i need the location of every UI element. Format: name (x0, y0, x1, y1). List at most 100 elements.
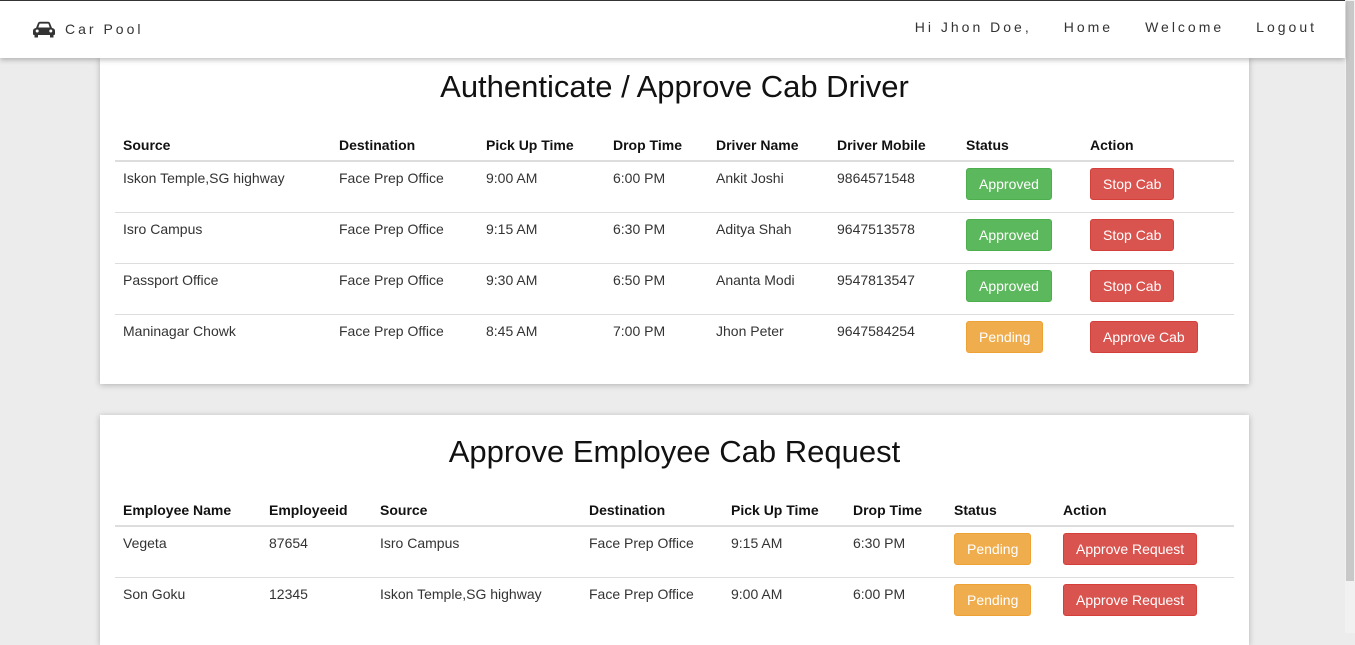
status-cell: Pending (958, 315, 1082, 366)
column-header: Status (946, 494, 1055, 527)
approved-status-button[interactable]: Approved (966, 168, 1052, 200)
driver-mobile-cell: 9647513578 (829, 212, 958, 264)
table-header-row: Source Destination Pick Up Time Drop Tim… (115, 129, 1234, 162)
pending-status-button[interactable]: Pending (966, 321, 1044, 353)
brand-link[interactable]: Car Pool (32, 20, 143, 38)
destination-cell: Face Prep Office (331, 263, 478, 315)
action-cell: Stop Cab (1082, 263, 1234, 315)
drop-time-cell: 6:30 PM (605, 212, 708, 264)
column-header: Destination (581, 494, 723, 527)
employee-id-cell: 12345 (269, 586, 308, 602)
pickup-time-cell: 9:00 AM (478, 161, 605, 213)
action-cell: Stop Cab (1082, 212, 1234, 264)
source-cell: Passport Office (115, 263, 331, 315)
column-header: Pick Up Time (478, 129, 605, 162)
nav-home-link[interactable]: Home (1064, 19, 1113, 35)
stop-cab-button[interactable]: Stop Cab (1090, 270, 1175, 302)
drop-time-cell: 7:00 PM (613, 323, 666, 339)
driver-table: Source Destination Pick Up Time Drop Tim… (115, 129, 1234, 365)
column-header: Pick Up Time (723, 494, 845, 527)
table-row: Maninagar Chowk Face Prep Office 8:45 AM… (115, 315, 1234, 366)
pickup-time-cell: 9:15 AM (723, 526, 845, 578)
employee-request-title: Approve Employee Cab Request (448, 434, 901, 469)
approved-status-button[interactable]: Approved (966, 219, 1052, 251)
column-header: Status (958, 129, 1082, 162)
status-cell: Pending (946, 578, 1055, 629)
table-row: Iskon Temple,SG highway Face Prep Office… (115, 161, 1234, 213)
status-cell: Approved (958, 212, 1082, 264)
table-row: Passport Office Face Prep Office 9:30 AM… (115, 263, 1234, 315)
source-cell: Isro Campus (372, 526, 581, 578)
drop-time-cell: 6:00 PM (605, 161, 708, 213)
table-row: Vegeta 87654 Isro Campus Face Prep Offic… (115, 526, 1234, 578)
pickup-time-cell: 8:45 AM (486, 323, 538, 339)
pickup-time-cell: 9:00 AM (731, 586, 783, 602)
column-header: Driver Mobile (829, 129, 958, 162)
scrollbar-thumb[interactable] (1346, 1, 1354, 581)
driver-name-cell: Jhon Peter (716, 323, 784, 339)
nav-logout-link[interactable]: Logout (1256, 19, 1317, 35)
nav-welcome-link[interactable]: Welcome (1145, 19, 1224, 35)
destination-cell: Face Prep Office (581, 526, 723, 578)
column-header: Drop Time (845, 494, 946, 527)
status-cell: Approved (958, 263, 1082, 315)
column-header: Drop Time (605, 129, 708, 162)
pending-status-button[interactable]: Pending (954, 584, 1032, 616)
drop-time-cell: 6:50 PM (605, 263, 708, 315)
car-icon (33, 21, 55, 38)
pickup-time-cell: 9:15 AM (478, 212, 605, 264)
destination-cell: Face Prep Office (331, 212, 478, 264)
employee-request-card: Approve Employee Cab Request Employee Na… (100, 415, 1249, 645)
destination-cell: Face Prep Office (339, 323, 444, 339)
column-header: Employee Name (115, 494, 261, 527)
employee-name-cell: Son Goku (123, 586, 186, 602)
approved-status-button[interactable]: Approved (966, 270, 1052, 302)
approve-request-button[interactable]: Approve Request (1063, 533, 1198, 565)
table-header-row: Employee Name Employeeid Source Destinat… (115, 494, 1234, 527)
column-header: Source (372, 494, 581, 527)
status-cell: Approved (958, 161, 1082, 213)
action-cell: Approve Request (1055, 578, 1234, 629)
column-header: Source (115, 129, 331, 162)
driver-name-cell: Aditya Shah (708, 212, 829, 264)
driver-name-cell: Ananta Modi (708, 263, 829, 315)
action-cell: Approve Cab (1082, 315, 1234, 366)
employee-request-table: Employee Name Employeeid Source Destinat… (115, 494, 1234, 628)
driver-mobile-cell: 9547813547 (829, 263, 958, 315)
user-greeting: Hi Jhon Doe, (914, 19, 1032, 35)
navbar: Car Pool Hi Jhon Doe, Home Welcome Logou… (0, 0, 1345, 58)
source-cell: Iskon Temple,SG highway (115, 161, 331, 213)
driver-mobile-cell: 9647584254 (837, 323, 915, 339)
action-cell: Stop Cab (1082, 161, 1234, 213)
source-cell: Iskon Temple,SG highway (380, 586, 542, 602)
approve-request-button[interactable]: Approve Request (1063, 584, 1198, 616)
column-header: Driver Name (708, 129, 829, 162)
approve-cab-button[interactable]: Approve Cab (1090, 321, 1198, 353)
table-row: Isro Campus Face Prep Office 9:15 AM 6:3… (115, 212, 1234, 264)
destination-cell: Face Prep Office (331, 161, 478, 213)
column-header: Action (1055, 494, 1234, 527)
drop-time-cell: 6:00 PM (853, 586, 906, 602)
destination-cell: Face Prep Office (589, 586, 694, 602)
employee-name-cell: Vegeta (115, 526, 261, 578)
status-cell: Pending (946, 526, 1055, 578)
driver-mobile-cell: 9864571548 (829, 161, 958, 213)
source-cell: Maninagar Chowk (123, 323, 236, 339)
page-scrollbar[interactable] (1345, 0, 1355, 633)
stop-cab-button[interactable]: Stop Cab (1090, 168, 1175, 200)
driver-approval-title: Authenticate / Approve Cab Driver (440, 69, 909, 104)
table-row: Son Goku 12345 Iskon Temple,SG highway F… (115, 578, 1234, 629)
driver-name-cell: Ankit Joshi (708, 161, 829, 213)
stop-cab-button[interactable]: Stop Cab (1090, 219, 1175, 251)
drop-time-cell: 6:30 PM (845, 526, 946, 578)
column-header: Destination (331, 129, 478, 162)
driver-approval-card: Authenticate / Approve Cab Driver Source… (100, 57, 1249, 384)
pickup-time-cell: 9:30 AM (478, 263, 605, 315)
employee-id-cell: 87654 (261, 526, 372, 578)
pending-status-button[interactable]: Pending (954, 533, 1032, 565)
action-cell: Approve Request (1055, 526, 1234, 578)
column-header: Action (1082, 129, 1234, 162)
source-cell: Isro Campus (115, 212, 331, 264)
brand-name: Car Pool (65, 21, 144, 37)
nav-links: Hi Jhon Doe, Home Welcome Logout (883, 19, 1317, 35)
